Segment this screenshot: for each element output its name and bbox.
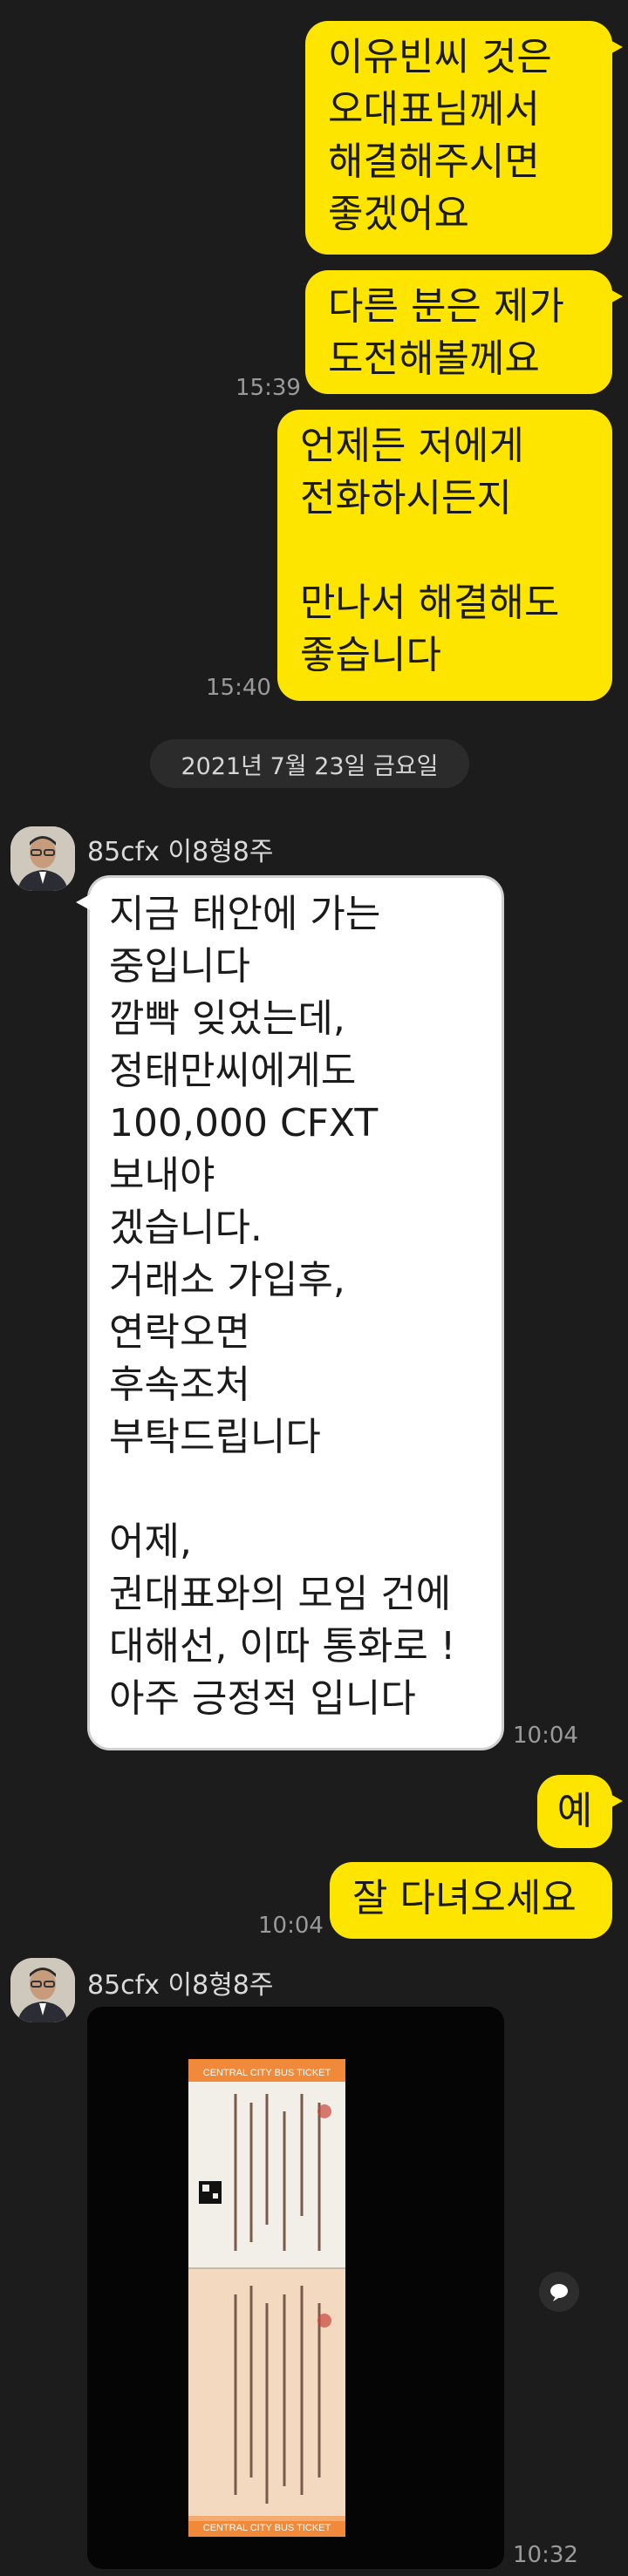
my-message-bubble[interactable]: 예 xyxy=(537,1775,623,1848)
my-message-bubble[interactable]: 다른 분은 제가 도전해볼께요 xyxy=(305,270,623,394)
bus-ticket-photo: CENTRAL CITY BUS TICKET CENTRAL CITY BUS… xyxy=(87,2007,504,2569)
message-time: 10:32 xyxy=(513,2542,578,2568)
photo-message[interactable]: CENTRAL CITY BUS TICKET CENTRAL CITY BUS… xyxy=(87,2007,504,2569)
sender-name: 85cfx 이8형8주 xyxy=(87,1970,274,2001)
ticket-footer: CENTRAL CITY BUS TICKET xyxy=(203,2523,331,2533)
sender-name: 85cfx 이8형8주 xyxy=(87,837,274,867)
avatar-photo xyxy=(10,826,75,891)
message-time: 15:39 xyxy=(236,375,301,401)
their-message-bubble[interactable]: 지금 태안에 가는 중입니다 깜빡 잊었는데, 정태만씨에게도 100,000 … xyxy=(76,875,504,1750)
my-message-bubble[interactable]: 이유빈씨 것은 오대표님께서 해결해주시면 좋겠어요 xyxy=(305,21,623,255)
share-icon[interactable] xyxy=(539,2272,579,2312)
avatar-photo xyxy=(10,1958,75,2022)
ticket-header: CENTRAL CITY BUS TICKET xyxy=(203,2068,331,2078)
message-time: 10:04 xyxy=(258,1913,324,1939)
avatar[interactable] xyxy=(10,826,75,891)
message-time: 15:40 xyxy=(206,675,271,701)
avatar[interactable] xyxy=(10,1958,75,2022)
date-divider: 2021년 7월 23일 금요일 xyxy=(150,739,469,788)
my-message-bubble[interactable]: 언제든 저에게 전화하시든지 만나서 해결해도 좋습니다 xyxy=(277,410,612,701)
my-message-bubble[interactable]: 잘 다녀오세요 xyxy=(330,1862,612,1939)
message-time: 10:04 xyxy=(513,1723,578,1749)
speech-bubble-icon xyxy=(550,2284,568,2301)
